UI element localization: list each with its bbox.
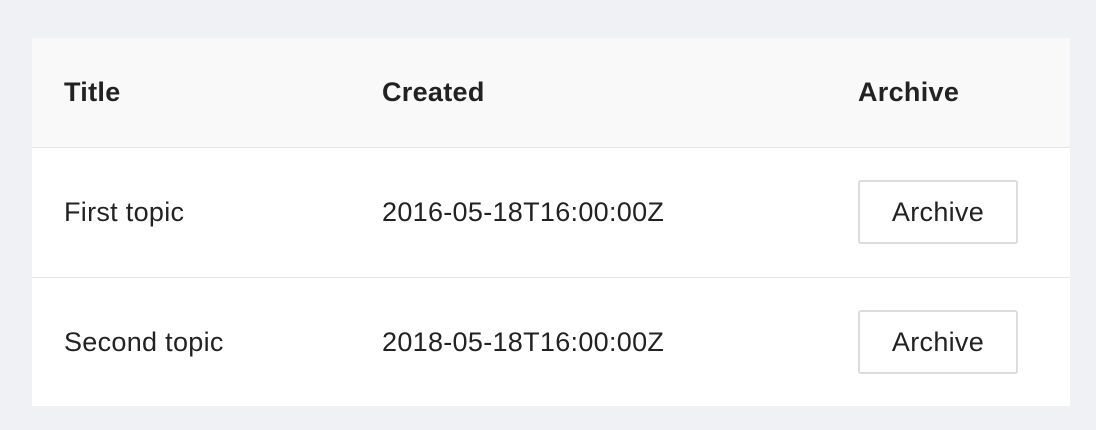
table-row: First topic 2016-05-18T16:00:00Z Archive xyxy=(32,147,1070,277)
topics-table-card: Title Created Archive First topic 2016-0… xyxy=(32,38,1070,406)
table-row: Second topic 2018-05-18T16:00:00Z Archiv… xyxy=(32,277,1070,407)
archive-button[interactable]: Archive xyxy=(858,180,1018,244)
archive-button[interactable]: Archive xyxy=(858,310,1018,375)
row-title-cell: Second topic xyxy=(64,326,224,357)
row-created-cell: 2018-05-18T16:00:00Z xyxy=(382,326,665,357)
row-action-cell: Archive xyxy=(858,277,1070,407)
table-header: Title Created Archive xyxy=(32,38,1070,147)
row-title-cell: First topic xyxy=(64,196,185,227)
row-created-cell: 2016-05-18T16:00:00Z xyxy=(382,196,665,227)
topics-table: Title Created Archive First topic 2016-0… xyxy=(32,38,1070,407)
row-action-cell: Archive xyxy=(858,147,1070,277)
column-header-created: Created xyxy=(382,76,485,107)
table-body: First topic 2016-05-18T16:00:00Z Archive… xyxy=(32,147,1070,407)
column-header-archive: Archive xyxy=(858,76,960,107)
header-row: Title Created Archive xyxy=(32,38,1070,147)
column-header-title: Title xyxy=(64,76,121,107)
